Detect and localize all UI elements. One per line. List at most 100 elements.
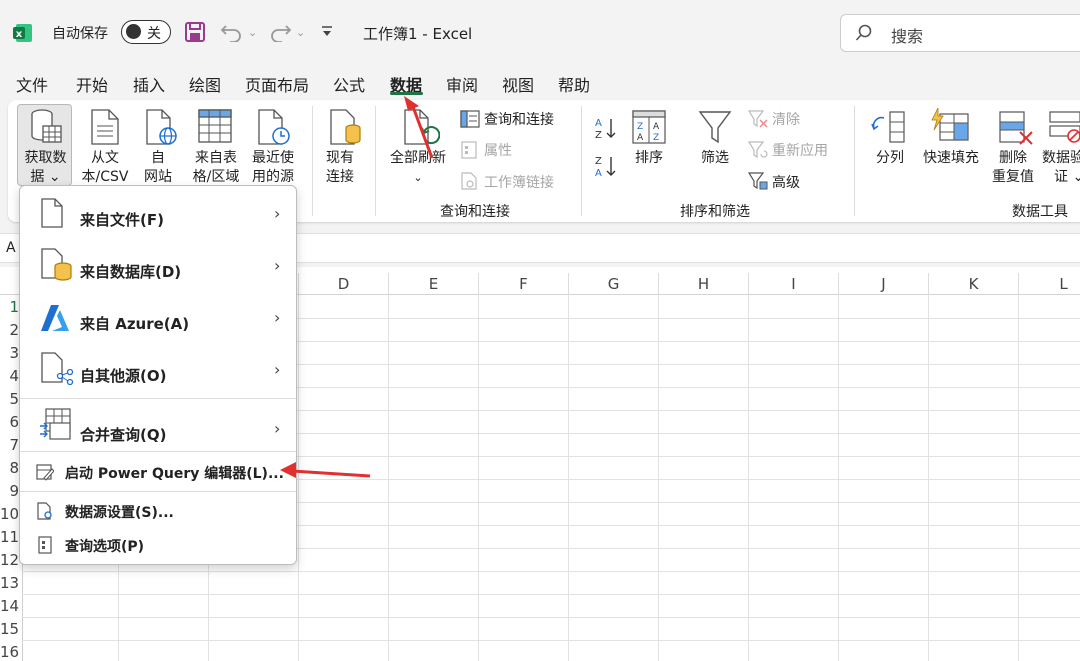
tab-review[interactable]: 审阅 xyxy=(446,72,478,96)
data-validation-button[interactable]: 数据验 证 ⌄ xyxy=(1042,149,1080,187)
properties-button[interactable]: 属性 xyxy=(484,140,512,160)
column-header-i[interactable]: I xyxy=(748,273,838,295)
column-header-e[interactable]: E xyxy=(388,273,478,295)
column-header-g[interactable]: G xyxy=(568,273,658,295)
text-to-columns-button[interactable]: 分列 xyxy=(868,149,912,168)
menu-item-query-options[interactable]: 查询选项(P) xyxy=(20,532,296,560)
svg-text:Z: Z xyxy=(595,156,602,167)
tab-formulas[interactable]: 公式 xyxy=(333,72,365,96)
redo-icon[interactable] xyxy=(268,22,292,42)
tab-view[interactable]: 视图 xyxy=(502,72,534,96)
column-header-d[interactable]: D xyxy=(298,273,388,295)
reapply-button[interactable]: 重新应用 xyxy=(772,140,828,160)
svg-text:A: A xyxy=(637,133,644,143)
column-header-k[interactable]: K xyxy=(928,273,1018,295)
web-icon xyxy=(144,108,178,146)
database-icon xyxy=(40,248,74,282)
svg-text:A: A xyxy=(595,118,602,129)
menu-item-label: 查询选项(P) xyxy=(65,539,145,555)
from-table-range-button[interactable]: 来自表 格/区域 xyxy=(187,149,245,187)
column-header-h[interactable]: H xyxy=(658,273,748,295)
recent-sources-button[interactable]: 最近使 用的源 xyxy=(247,149,299,187)
refresh-all-button[interactable]: 全部刷新 ⌄ xyxy=(384,149,452,187)
refresh-dropdown-icon[interactable]: ⌄ xyxy=(384,168,452,187)
from-text-csv-button[interactable]: 从文 本/CSV xyxy=(74,149,136,187)
row-header[interactable]: 13 xyxy=(0,574,22,592)
chevron-right-icon: › xyxy=(274,419,281,438)
flash-fill-button[interactable]: 快速填充 xyxy=(918,149,984,168)
column-header-l[interactable]: L xyxy=(1018,273,1080,295)
workbook-links-button[interactable]: 工作簿链接 xyxy=(484,172,554,192)
menu-item-label: 合并查询(Q) xyxy=(80,426,167,444)
column-header-f[interactable]: F xyxy=(478,273,568,295)
sort-button[interactable]: 排序 xyxy=(629,149,669,168)
column-header-j[interactable]: J xyxy=(838,273,928,295)
tab-draw[interactable]: 绘图 xyxy=(189,72,221,96)
menu-item-from-database[interactable]: 来自数据库(D) › xyxy=(20,244,296,292)
get-data-dropdown-menu: 来自文件(F) › 来自数据库(D) › 来自 Azure(A) › 自其他源(… xyxy=(19,185,297,565)
clear-button[interactable]: 清除 xyxy=(772,109,800,129)
customize-toolbar-icon[interactable] xyxy=(320,24,334,38)
sort-dialog-icon: ZAAZ xyxy=(632,110,666,144)
advanced-button[interactable]: 高级 xyxy=(772,172,800,192)
save-icon[interactable] xyxy=(184,21,206,43)
autosave-label: 自动保存 xyxy=(52,26,108,42)
existing-connections-icon xyxy=(328,108,362,146)
refresh-all-label: 全部刷新 xyxy=(390,150,446,166)
tab-page-layout[interactable]: 页面布局 xyxy=(245,72,309,96)
row-header[interactable]: 15 xyxy=(0,620,22,638)
svg-text:Z: Z xyxy=(653,133,659,143)
reapply-icon xyxy=(748,141,768,159)
menu-item-other-sources[interactable]: 自其他源(O) › xyxy=(20,348,296,396)
table-range-icon xyxy=(197,108,233,144)
tab-insert[interactable]: 插入 xyxy=(133,72,165,96)
sort-za-icon[interactable]: ZA xyxy=(595,154,617,178)
toggle-state-label: 关 xyxy=(147,26,161,42)
ribbon-divider xyxy=(581,106,582,216)
remove-duplicates-button[interactable]: 删除 重复值 xyxy=(986,149,1040,187)
excel-logo-icon: x xyxy=(12,22,34,44)
autosave-toggle[interactable]: 关 xyxy=(121,20,171,44)
menu-item-from-file[interactable]: 来自文件(F) › xyxy=(20,192,296,240)
from-web-button[interactable]: 自 网站 xyxy=(140,149,176,187)
svg-text:x: x xyxy=(16,29,23,40)
queries-connections-button[interactable]: 查询和连接 xyxy=(484,109,554,129)
recent-sources-icon xyxy=(256,108,292,146)
group-label-sort-filter: 排序和筛选 xyxy=(680,204,750,220)
menu-item-label: 来自数据库(D) xyxy=(80,263,182,281)
menu-item-merge-queries[interactable]: 合并查询(Q) › xyxy=(20,404,296,452)
group-label-queries: 查询和连接 xyxy=(440,204,510,220)
from-text-label-1: 从文 xyxy=(91,150,119,166)
undo-icon[interactable] xyxy=(220,22,244,42)
text-file-icon xyxy=(89,108,121,146)
menu-item-label: 自其他源(O) xyxy=(80,367,167,385)
existing-connections-button[interactable]: 现有 连接 xyxy=(320,149,360,187)
remove-dup-label-2: 重复值 xyxy=(992,169,1034,185)
merge-query-icon xyxy=(38,408,72,442)
data-validation-icon xyxy=(1048,110,1080,146)
undo-dropdown-icon[interactable]: ⌄ xyxy=(248,26,257,39)
datasource-settings-icon xyxy=(36,502,54,520)
redo-dropdown-icon[interactable]: ⌄ xyxy=(296,26,305,39)
menu-item-datasource-settings[interactable]: 数据源设置(S)... xyxy=(20,498,296,526)
advanced-filter-icon xyxy=(748,172,768,190)
tab-home[interactable]: 开始 xyxy=(76,72,108,96)
sort-az-icon[interactable]: AZ xyxy=(595,116,617,140)
row-header[interactable]: 16 xyxy=(0,643,22,661)
search-box[interactable]: 搜索 xyxy=(840,14,1080,52)
name-box[interactable]: A xyxy=(6,240,16,256)
filter-button[interactable]: 筛选 xyxy=(695,149,735,168)
menu-item-from-azure[interactable]: 来自 Azure(A) › xyxy=(20,296,296,344)
menu-separator xyxy=(20,398,296,399)
ribbon-tabs: 文件 开始 插入 绘图 页面布局 公式 数据 审阅 视图 帮助 xyxy=(0,64,1080,100)
menu-item-power-query-editor[interactable]: 启动 Power Query 编辑器(L)... xyxy=(20,458,296,488)
menu-separator xyxy=(20,451,296,452)
document-title: 工作簿1 - Excel xyxy=(363,25,473,43)
ribbon-divider xyxy=(854,106,855,216)
properties-icon xyxy=(460,141,478,159)
tab-help[interactable]: 帮助 xyxy=(558,72,590,96)
row-header[interactable]: 14 xyxy=(0,597,22,615)
search-placeholder: 搜索 xyxy=(891,27,924,46)
tab-file[interactable]: 文件 xyxy=(16,72,48,96)
remove-dup-label-1: 删除 xyxy=(999,150,1027,166)
